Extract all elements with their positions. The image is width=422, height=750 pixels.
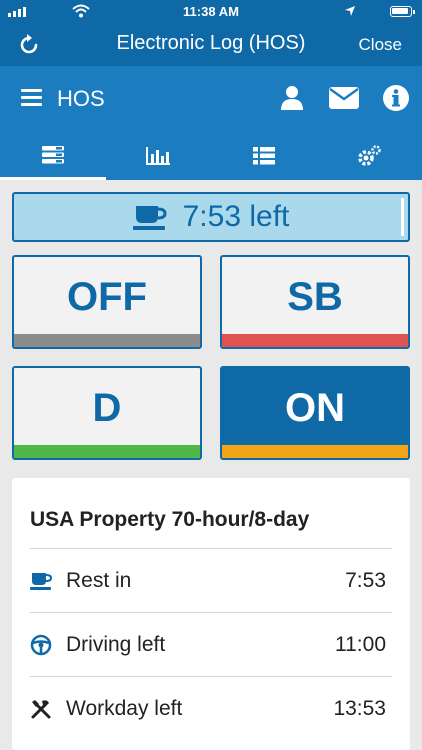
tools-icon bbox=[31, 699, 51, 718]
tab-bar bbox=[0, 132, 422, 180]
steering-wheel-icon bbox=[30, 634, 52, 655]
settings-icon bbox=[358, 145, 381, 166]
coffee-cup-icon bbox=[132, 206, 167, 230]
time-left-banner: 7:53 left bbox=[12, 192, 410, 242]
driving-left-value: 11:00 bbox=[335, 632, 386, 656]
status-time: 11:38 AM bbox=[183, 4, 239, 19]
hos-summary-card: USA Property 70-hour/8-day Rest in 7:53 … bbox=[12, 478, 410, 750]
banner-divider bbox=[401, 198, 404, 236]
status-off-button[interactable]: OFF bbox=[12, 255, 202, 349]
app-bar: HOS bbox=[0, 66, 422, 132]
tab-chart[interactable] bbox=[106, 132, 212, 180]
status-on-color-strip bbox=[222, 445, 408, 458]
status-d-label: D bbox=[92, 385, 122, 430]
status-off-label: OFF bbox=[67, 274, 147, 319]
workday-left-value: 13:53 bbox=[333, 696, 386, 720]
list-item-driving-left: Driving left 11:00 bbox=[30, 612, 392, 676]
status-bar: 11:38 AM bbox=[0, 0, 422, 24]
status-d-color-strip bbox=[14, 445, 200, 458]
ruleset-title: USA Property 70-hour/8-day bbox=[30, 508, 310, 531]
coffee-cup-icon bbox=[30, 572, 53, 590]
battery-icon bbox=[390, 6, 415, 17]
tab-list[interactable] bbox=[211, 132, 317, 180]
list-item-workday-left: Workday left 13:53 bbox=[30, 676, 392, 740]
close-button[interactable]: Close bbox=[359, 35, 402, 55]
status-on-label: ON bbox=[285, 385, 345, 430]
status-sb-button[interactable]: SB bbox=[220, 255, 410, 349]
list-icon bbox=[252, 147, 275, 165]
time-left-text: 7:53 left bbox=[182, 200, 290, 233]
location-arrow-icon bbox=[345, 6, 355, 16]
status-sb-color-strip bbox=[222, 334, 408, 347]
hamburger-menu-icon[interactable] bbox=[21, 89, 42, 110]
tab-log[interactable] bbox=[0, 132, 106, 180]
list-item-rest-in: Rest in 7:53 bbox=[30, 548, 392, 612]
info-icon[interactable] bbox=[383, 85, 409, 111]
rest-in-value: 7:53 bbox=[345, 568, 386, 592]
app-title: HOS bbox=[57, 86, 105, 111]
workday-left-label: Workday left bbox=[66, 696, 183, 720]
rest-in-label: Rest in bbox=[66, 568, 132, 592]
mail-icon[interactable] bbox=[329, 87, 359, 109]
driving-left-label: Driving left bbox=[66, 632, 166, 656]
bar-chart-icon bbox=[146, 147, 171, 165]
title-bar: Electronic Log (HOS) Close bbox=[0, 24, 422, 66]
status-d-button[interactable]: D bbox=[12, 366, 202, 460]
tab-settings[interactable] bbox=[317, 132, 422, 180]
status-on-button[interactable]: ON bbox=[220, 366, 410, 460]
status-off-color-strip bbox=[14, 334, 200, 347]
user-icon[interactable] bbox=[280, 85, 304, 111]
status-sb-label: SB bbox=[287, 274, 343, 319]
log-icon bbox=[41, 145, 64, 163]
